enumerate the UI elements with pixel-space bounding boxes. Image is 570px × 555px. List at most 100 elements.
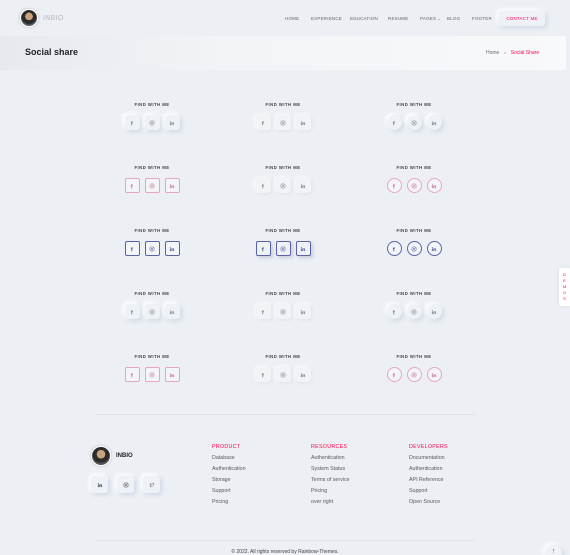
nav-blog[interactable]: BLOG [447,16,460,21]
footer-linkedin-button[interactable] [91,476,108,493]
instagram-icon [280,183,286,189]
share-icons [369,241,459,256]
facebook-button[interactable] [386,304,402,319]
facebook-icon [391,309,397,315]
nav-home[interactable]: HOME [285,16,299,21]
footer-divider-top [95,414,475,415]
facebook-button[interactable] [386,178,402,193]
breadcrumb-home[interactable]: Home [486,50,499,56]
linkedin-button[interactable] [295,178,311,193]
contact-me-button[interactable]: CONTACT ME [499,11,545,26]
instagram-icon [123,482,129,488]
nav-footer[interactable]: FOOTER [472,16,492,21]
facebook-button[interactable] [386,367,402,382]
footer-col-product: PRODUCT Database Authentication Storage … [212,444,246,510]
nav-education[interactable]: EDUCATION [350,16,378,21]
instagram-button[interactable] [406,304,422,319]
linkedin-button[interactable] [164,304,180,319]
footer-link[interactable]: Support [409,488,448,499]
instagram-button[interactable] [406,367,422,382]
linkedin-button[interactable] [295,367,311,382]
facebook-button[interactable] [124,178,140,193]
nav-experience[interactable]: EXPERIENCE [311,16,342,21]
brand[interactable]: INBIO [20,9,64,27]
instagram-icon [280,309,286,315]
instagram-button[interactable] [406,115,422,130]
footer-link[interactable]: Open Source [409,499,448,510]
linkedin-button[interactable] [426,241,442,256]
instagram-button[interactable] [275,241,291,256]
facebook-button[interactable] [255,115,271,130]
nav-resume[interactable]: RESUME [388,16,408,21]
instagram-button[interactable] [275,115,291,130]
footer-link[interactable]: Database [212,455,246,466]
facebook-button[interactable] [124,367,140,382]
instagram-button[interactable] [144,241,160,256]
share-card: FIND WITH ME [369,291,459,319]
footer-link[interactable]: Terms of service [311,477,350,488]
footer-instagram-button[interactable] [117,476,134,493]
nav-pages[interactable]: PAGES⌄ [420,16,441,21]
footer-col-title: RESOURCES [311,444,348,450]
instagram-button[interactable] [406,178,422,193]
facebook-button[interactable] [124,241,140,256]
footer-link[interactable]: over right [311,499,350,510]
instagram-button[interactable] [144,178,160,193]
linkedin-button[interactable] [426,178,442,193]
footer-link[interactable]: Authentication [311,455,350,466]
linkedin-icon [169,183,175,189]
linkedin-button[interactable] [426,115,442,130]
footer-twitter-button[interactable] [143,476,160,493]
instagram-button[interactable] [275,178,291,193]
facebook-icon [260,120,266,126]
linkedin-button[interactable] [164,367,180,382]
footer-link[interactable]: Storage [212,477,246,488]
instagram-button[interactable] [275,304,291,319]
share-card: FIND WITH ME [238,165,328,193]
facebook-button[interactable] [255,304,271,319]
facebook-button[interactable] [255,178,271,193]
facebook-icon [129,372,135,378]
instagram-icon [149,120,155,126]
footer-brand[interactable]: INBIO [91,446,133,466]
linkedin-button[interactable] [164,241,180,256]
footer-link[interactable]: Documentation [409,455,448,466]
facebook-button[interactable] [124,115,140,130]
instagram-icon [149,309,155,315]
linkedin-button[interactable] [426,367,442,382]
footer-link[interactable]: Authentication [409,466,448,477]
footer-link[interactable]: API Reference [409,477,448,488]
facebook-button[interactable] [124,304,140,319]
linkedin-button[interactable] [295,304,311,319]
linkedin-button[interactable] [295,241,311,256]
instagram-button[interactable] [144,115,160,130]
facebook-button[interactable] [386,241,402,256]
back-to-top-button[interactable]: ↑ [545,545,562,555]
linkedin-button[interactable] [295,115,311,130]
linkedin-icon [169,120,175,126]
share-icons [107,241,197,256]
facebook-button[interactable] [386,115,402,130]
linkedin-button[interactable] [426,304,442,319]
footer-link[interactable]: System Status [311,466,350,477]
instagram-button[interactable] [144,367,160,382]
linkedin-button[interactable] [164,115,180,130]
footer-col-developers: DEVELOPERS Documentation Authentication … [409,444,448,510]
facebook-button[interactable] [255,241,271,256]
share-icons [369,367,459,382]
linkedin-button[interactable] [164,178,180,193]
footer-link[interactable]: Support [212,488,246,499]
instagram-button[interactable] [406,241,422,256]
facebook-button[interactable] [255,367,271,382]
instagram-button[interactable] [275,367,291,382]
linkedin-icon [431,120,437,126]
instagram-button[interactable] [144,304,160,319]
share-icons [369,178,459,193]
share-card: FIND WITH ME [107,165,197,193]
share-card: FIND WITH ME [238,354,328,382]
footer-link[interactable]: Authentication [212,466,246,477]
footer-link[interactable]: Pricing [212,499,246,510]
demos-tab[interactable]: DEMOS [559,268,570,306]
site-header: INBIO HOME EXPERIENCE EDUCATION RESUME P… [0,0,570,36]
footer-link[interactable]: Pricing [311,488,350,499]
